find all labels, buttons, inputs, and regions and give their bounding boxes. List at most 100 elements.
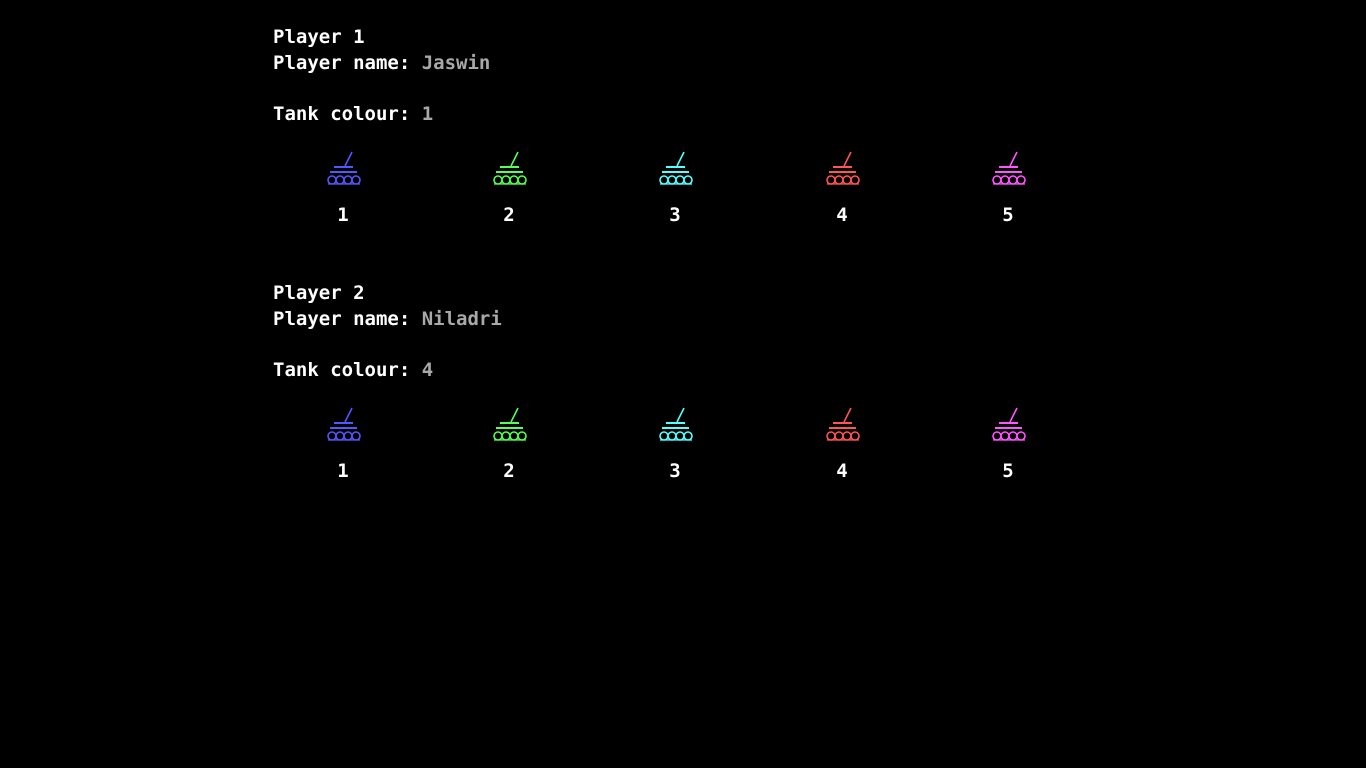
tank-option-4[interactable]: 4 bbox=[812, 150, 872, 230]
tank-wheel bbox=[493, 431, 503, 441]
tank-wheel bbox=[1016, 431, 1026, 441]
tank-colour-label: Tank colour: bbox=[273, 103, 422, 125]
tank-turret bbox=[500, 166, 519, 168]
tank-icon bbox=[992, 151, 1026, 185]
tank-hull bbox=[829, 171, 856, 173]
player-1-panel: Player 1 Player name: Jaswin Tank colour… bbox=[273, 25, 1073, 245]
tank-option-4[interactable]: 4 bbox=[812, 406, 872, 486]
tank-option-2[interactable]: 2 bbox=[479, 406, 539, 486]
tank-colour-field[interactable]: 4 bbox=[422, 359, 433, 381]
tank-hull bbox=[496, 427, 523, 429]
tank-wheel bbox=[343, 175, 353, 185]
tank-option-number: 4 bbox=[836, 204, 848, 226]
tank-option-1[interactable]: 1 bbox=[313, 150, 373, 230]
tank-option-number: 1 bbox=[337, 460, 349, 482]
tank-hull bbox=[662, 427, 689, 429]
tank-hull bbox=[330, 171, 357, 173]
tank-icon bbox=[992, 407, 1026, 441]
player-name-field[interactable]: Niladri bbox=[422, 308, 502, 330]
tank-wheel bbox=[509, 431, 519, 441]
tank-wheel bbox=[501, 431, 511, 441]
tank-barrel bbox=[510, 151, 519, 167]
tank-wheel bbox=[842, 175, 852, 185]
tank-wheel bbox=[675, 431, 685, 441]
tank-colour-field[interactable]: 1 bbox=[422, 103, 433, 125]
tank-hull bbox=[995, 171, 1022, 173]
player-title: Player 2 bbox=[273, 282, 365, 304]
tank-option-number: 3 bbox=[669, 460, 681, 482]
tank-colour-label: Tank colour: bbox=[273, 359, 422, 381]
tank-wheel bbox=[493, 175, 503, 185]
tank-wheel bbox=[327, 175, 337, 185]
tank-option-number: 2 bbox=[503, 204, 515, 226]
tank-wheel bbox=[675, 175, 685, 185]
tank-option-number: 3 bbox=[669, 204, 681, 226]
tank-option-1[interactable]: 1 bbox=[313, 406, 373, 486]
tank-icon bbox=[826, 151, 860, 185]
tank-wheel bbox=[335, 175, 345, 185]
tank-icon bbox=[493, 407, 527, 441]
tank-wheel bbox=[351, 175, 361, 185]
tank-wheel bbox=[343, 431, 353, 441]
tank-turret bbox=[334, 422, 353, 424]
tank-hull bbox=[330, 427, 357, 429]
tank-icon bbox=[659, 407, 693, 441]
tank-option-5[interactable]: 5 bbox=[978, 150, 1038, 230]
player-name-row: Player name: Niladri bbox=[273, 307, 502, 332]
tank-colour-row: Tank colour: 1 bbox=[273, 102, 433, 127]
tank-turret bbox=[666, 166, 685, 168]
tank-icon bbox=[327, 407, 361, 441]
tank-option-number: 5 bbox=[1002, 204, 1014, 226]
tank-turret bbox=[833, 422, 852, 424]
tank-wheel bbox=[683, 431, 693, 441]
tank-option-2[interactable]: 2 bbox=[479, 150, 539, 230]
tank-barrel bbox=[843, 151, 852, 167]
tank-barrel bbox=[1009, 151, 1018, 167]
player-title: Player 1 bbox=[273, 26, 365, 48]
tank-barrel bbox=[344, 407, 353, 423]
tank-turret bbox=[500, 422, 519, 424]
player-name-row: Player name: Jaswin bbox=[273, 51, 490, 76]
tank-barrel bbox=[344, 151, 353, 167]
tank-turret bbox=[666, 422, 685, 424]
tank-barrel bbox=[676, 151, 685, 167]
tank-wheel bbox=[1008, 431, 1018, 441]
tank-turret bbox=[334, 166, 353, 168]
tank-option-5[interactable]: 5 bbox=[978, 406, 1038, 486]
tank-option-number: 4 bbox=[836, 460, 848, 482]
tank-colour-row: Tank colour: 4 bbox=[273, 358, 433, 383]
tank-option-3[interactable]: 3 bbox=[645, 406, 705, 486]
tank-wheel bbox=[517, 175, 527, 185]
tank-wheel bbox=[659, 175, 669, 185]
tank-wheel bbox=[1000, 431, 1010, 441]
tank-wheel bbox=[1016, 175, 1026, 185]
tank-wheel bbox=[351, 431, 361, 441]
tank-wheel bbox=[683, 175, 693, 185]
tank-icon bbox=[327, 151, 361, 185]
tank-option-number: 1 bbox=[337, 204, 349, 226]
player-name-label: Player name: bbox=[273, 52, 422, 74]
tank-hull bbox=[496, 171, 523, 173]
tank-hull bbox=[662, 171, 689, 173]
player-name-label: Player name: bbox=[273, 308, 422, 330]
tank-wheel bbox=[509, 175, 519, 185]
tank-wheel bbox=[667, 175, 677, 185]
tank-icon bbox=[659, 151, 693, 185]
player-name-field[interactable]: Jaswin bbox=[422, 52, 491, 74]
tank-colour-options: 1 2 3 4 5 bbox=[273, 150, 1073, 230]
tank-icon bbox=[826, 407, 860, 441]
tank-wheel bbox=[667, 431, 677, 441]
player-2-panel: Player 2 Player name: Niladri Tank colou… bbox=[273, 281, 1073, 501]
tank-turret bbox=[833, 166, 852, 168]
tank-option-3[interactable]: 3 bbox=[645, 150, 705, 230]
tank-barrel bbox=[676, 407, 685, 423]
tank-wheel bbox=[850, 175, 860, 185]
tank-wheel bbox=[842, 431, 852, 441]
tank-wheel bbox=[992, 431, 1002, 441]
tank-colour-options: 1 2 3 4 5 bbox=[273, 406, 1073, 486]
tank-wheel bbox=[826, 175, 836, 185]
tank-option-number: 2 bbox=[503, 460, 515, 482]
tank-wheel bbox=[1000, 175, 1010, 185]
tank-icon bbox=[493, 151, 527, 185]
tank-barrel bbox=[510, 407, 519, 423]
